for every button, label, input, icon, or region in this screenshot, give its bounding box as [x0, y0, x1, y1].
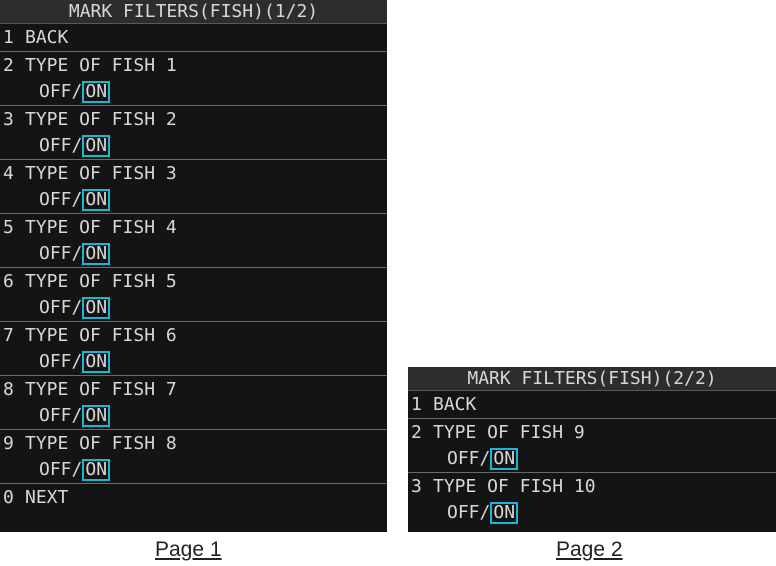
option-off[interactable]: OFF/ [447, 502, 490, 523]
item-number: 1 [3, 27, 14, 48]
item-number: 5 [3, 217, 14, 238]
menu-item-type-of-fish-5[interactable]: 6 TYPE OF FISH 5 OFF/ON [0, 268, 387, 322]
item-number: 3 [411, 476, 422, 497]
option-off[interactable]: OFF/ [39, 351, 82, 372]
menu-panel-page-1: MARK FILTERS(FISH)(1/2) 1 BACK 2 TYPE OF F… [0, 0, 387, 532]
menu-item-type-of-fish-8[interactable]: 9 TYPE OF FISH 8 OFF/ON [0, 430, 387, 484]
menu-item-back[interactable]: 1 BACK [0, 24, 387, 52]
menu-title: MARK FILTERS(FISH)(2/2) [408, 367, 776, 391]
item-number: 9 [3, 433, 14, 454]
item-label: TYPE OF FISH 3 [25, 163, 177, 184]
page-2-caption: Page 2 [556, 538, 623, 561]
item-label: TYPE OF FISH 4 [25, 217, 177, 238]
menu-item-type-of-fish-6[interactable]: 7 TYPE OF FISH 6 OFF/ON [0, 322, 387, 376]
option-off[interactable]: OFF/ [39, 135, 82, 156]
item-label: TYPE OF FISH 8 [25, 433, 177, 454]
item-number: 1 [411, 394, 422, 415]
item-label: TYPE OF FISH 6 [25, 325, 177, 346]
item-number: 0 [3, 487, 14, 508]
menu-title: MARK FILTERS(FISH)(1/2) [0, 0, 387, 24]
item-number: 3 [3, 109, 14, 130]
item-label: TYPE OF FISH 9 [433, 422, 585, 443]
item-number: 7 [3, 325, 14, 346]
option-off[interactable]: OFF/ [39, 405, 82, 426]
item-label: TYPE OF FISH 10 [433, 476, 596, 497]
item-number: 4 [3, 163, 14, 184]
option-on-selected[interactable]: ON [82, 243, 111, 265]
item-number: 8 [3, 379, 14, 400]
item-label: TYPE OF FISH 1 [25, 55, 177, 76]
item-label: TYPE OF FISH 5 [25, 271, 177, 292]
menu-item-type-of-fish-9[interactable]: 2 TYPE OF FISH 9 OFF/ON [408, 419, 776, 473]
option-on-selected[interactable]: ON [490, 448, 519, 470]
menu-item-type-of-fish-7[interactable]: 8 TYPE OF FISH 7 OFF/ON [0, 376, 387, 430]
item-label: TYPE OF FISH 2 [25, 109, 177, 130]
item-label: NEXT [25, 487, 69, 508]
option-off[interactable]: OFF/ [39, 297, 82, 318]
option-on-selected[interactable]: ON [82, 351, 111, 373]
item-label: BACK [433, 394, 477, 415]
menu-panel-page-2: MARK FILTERS(FISH)(2/2) 1 BACK 2 TYPE OF F… [408, 367, 776, 532]
item-number: 2 [3, 55, 14, 76]
option-off[interactable]: OFF/ [39, 459, 82, 480]
option-off[interactable]: OFF/ [39, 189, 82, 210]
item-number: 6 [3, 271, 14, 292]
option-on-selected[interactable]: ON [82, 459, 111, 481]
option-on-selected[interactable]: ON [82, 297, 111, 319]
menu-item-type-of-fish-1[interactable]: 2 TYPE OF FISH 1 OFF/ON [0, 52, 387, 106]
option-on-selected[interactable]: ON [82, 189, 111, 211]
item-label: TYPE OF FISH 7 [25, 379, 177, 400]
menu-item-next[interactable]: 0 NEXT [0, 484, 387, 511]
option-on-selected[interactable]: ON [82, 405, 111, 427]
menu-item-back[interactable]: 1 BACK [408, 391, 776, 419]
item-label: BACK [25, 27, 69, 48]
option-on-selected[interactable]: ON [82, 135, 111, 157]
menu-item-type-of-fish-10[interactable]: 3 TYPE OF FISH 10 OFF/ON [408, 473, 776, 526]
page-1-caption: Page 1 [155, 538, 222, 561]
option-off[interactable]: OFF/ [39, 81, 82, 102]
option-off[interactable]: OFF/ [447, 448, 490, 469]
menu-item-type-of-fish-3[interactable]: 4 TYPE OF FISH 3 OFF/ON [0, 160, 387, 214]
option-on-selected[interactable]: ON [82, 81, 111, 103]
option-off[interactable]: OFF/ [39, 243, 82, 264]
menu-item-type-of-fish-2[interactable]: 3 TYPE OF FISH 2 OFF/ON [0, 106, 387, 160]
option-on-selected[interactable]: ON [490, 502, 519, 524]
item-number: 2 [411, 422, 422, 443]
menu-item-type-of-fish-4[interactable]: 5 TYPE OF FISH 4 OFF/ON [0, 214, 387, 268]
